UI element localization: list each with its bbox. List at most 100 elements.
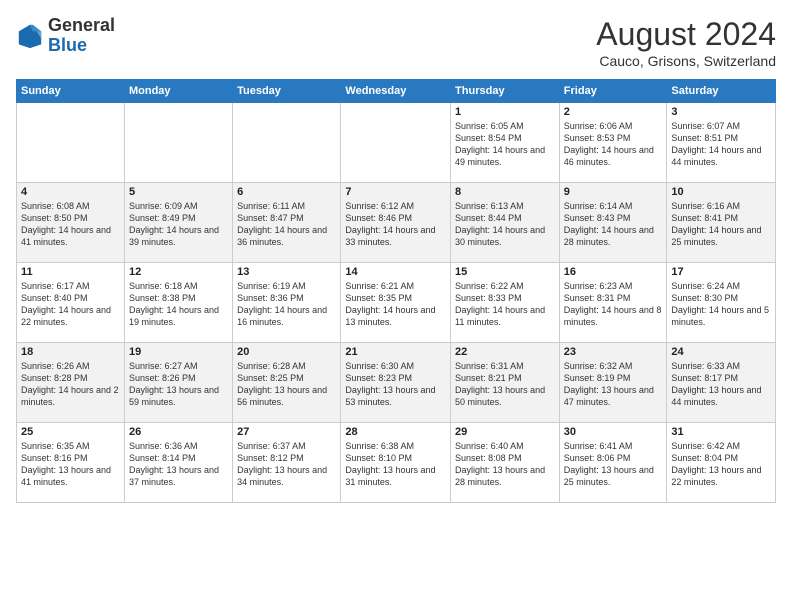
page: General Blue August 2024 Cauco, Grisons,…	[0, 0, 792, 612]
day-info: Sunrise: 6:30 AM Sunset: 8:23 PM Dayligh…	[345, 360, 446, 409]
day-number: 5	[129, 186, 228, 198]
day-info: Sunrise: 6:36 AM Sunset: 8:14 PM Dayligh…	[129, 440, 228, 489]
day-number: 30	[564, 426, 663, 438]
day-number: 21	[345, 346, 446, 358]
calendar-cell: 28Sunrise: 6:38 AM Sunset: 8:10 PM Dayli…	[341, 423, 451, 503]
day-number: 7	[345, 186, 446, 198]
calendar-cell: 3 Sunrise: 6:07 AM Sunset: 8:51 PM Daylig…	[667, 103, 776, 183]
calendar-week-row: 1 Sunrise: 6:05 AM Sunset: 8:54 PM Daylig…	[17, 103, 776, 183]
calendar-cell: 17 Sunrise: 6:24 AM Sunset: 8:30 PM Dayli…	[667, 263, 776, 343]
day-info: Sunrise: 6:13 AM Sunset: 8:44 PM Dayligh…	[455, 200, 555, 249]
calendar-cell: 15Sunrise: 6:22 AM Sunset: 8:33 PM Dayli…	[451, 263, 560, 343]
calendar-cell: 18 Sunrise: 6:26 AM Sunset: 8:28 PM Dayli…	[17, 343, 125, 423]
calendar-cell: 26 Sunrise: 6:36 AM Sunset: 8:14 PM Dayli…	[124, 423, 232, 503]
day-number: 2	[564, 106, 663, 118]
calendar-cell: 23Sunrise: 6:32 AM Sunset: 8:19 PM Dayli…	[559, 343, 667, 423]
day-info: Sunrise: 6:21 AM Sunset: 8:35 PM Dayligh…	[345, 280, 446, 329]
calendar-cell	[17, 103, 125, 183]
calendar-week-row: 4Sunrise: 6:08 AM Sunset: 8:50 PM Daylig…	[17, 183, 776, 263]
calendar-cell: 1 Sunrise: 6:05 AM Sunset: 8:54 PM Daylig…	[451, 103, 560, 183]
calendar-cell: 25 Sunrise: 6:35 AM Sunset: 8:16 PM Dayli…	[17, 423, 125, 503]
day-info: Sunrise: 6:06 AM Sunset: 8:53 PM Dayligh…	[564, 120, 663, 169]
title-block: August 2024 Cauco, Grisons, Switzerland	[596, 16, 776, 69]
day-number: 13	[237, 266, 336, 278]
day-number: 22	[455, 346, 555, 358]
day-info: Sunrise: 6:08 AM Sunset: 8:50 PM Dayligh…	[21, 200, 120, 249]
calendar-cell: 30Sunrise: 6:41 AM Sunset: 8:06 PM Dayli…	[559, 423, 667, 503]
calendar-week-row: 11Sunrise: 6:17 AM Sunset: 8:40 PM Dayli…	[17, 263, 776, 343]
calendar-cell: 27 Sunrise: 6:37 AM Sunset: 8:12 PM Dayli…	[233, 423, 341, 503]
day-number: 14	[345, 266, 446, 278]
day-number: 6	[237, 186, 336, 198]
calendar-cell: 6 Sunrise: 6:11 AM Sunset: 8:47 PM Daylig…	[233, 183, 341, 263]
day-number: 23	[564, 346, 663, 358]
day-number: 29	[455, 426, 555, 438]
calendar-cell: 14 Sunrise: 6:21 AM Sunset: 8:35 PM Dayli…	[341, 263, 451, 343]
calendar-cell: 12Sunrise: 6:18 AM Sunset: 8:38 PM Dayli…	[124, 263, 232, 343]
day-number: 11	[21, 266, 120, 278]
day-info: Sunrise: 6:22 AM Sunset: 8:33 PM Dayligh…	[455, 280, 555, 329]
calendar-cell: 7 Sunrise: 6:12 AM Sunset: 8:46 PM Daylig…	[341, 183, 451, 263]
calendar-cell: 29 Sunrise: 6:40 AM Sunset: 8:08 PM Dayli…	[451, 423, 560, 503]
weekday-header: Wednesday	[341, 80, 451, 103]
header: General Blue August 2024 Cauco, Grisons,…	[16, 16, 776, 69]
day-info: Sunrise: 6:26 AM Sunset: 8:28 PM Dayligh…	[21, 360, 120, 409]
day-number: 1	[455, 106, 555, 118]
day-info: Sunrise: 6:11 AM Sunset: 8:47 PM Dayligh…	[237, 200, 336, 249]
day-number: 17	[671, 266, 771, 278]
day-info: Sunrise: 6:24 AM Sunset: 8:30 PM Dayligh…	[671, 280, 771, 329]
day-number: 20	[237, 346, 336, 358]
weekday-header: Tuesday	[233, 80, 341, 103]
day-number: 10	[671, 186, 771, 198]
calendar-cell: 10 Sunrise: 6:16 AM Sunset: 8:41 PM Dayli…	[667, 183, 776, 263]
day-number: 27	[237, 426, 336, 438]
day-info: Sunrise: 6:16 AM Sunset: 8:41 PM Dayligh…	[671, 200, 771, 249]
logo-blue: Blue	[48, 35, 87, 55]
calendar-cell: 19 Sunrise: 6:27 AM Sunset: 8:26 PM Dayli…	[124, 343, 232, 423]
weekday-header: Monday	[124, 80, 232, 103]
calendar-cell: 11Sunrise: 6:17 AM Sunset: 8:40 PM Dayli…	[17, 263, 125, 343]
day-number: 25	[21, 426, 120, 438]
day-number: 3	[671, 106, 771, 118]
weekday-header: Saturday	[667, 80, 776, 103]
day-info: Sunrise: 6:14 AM Sunset: 8:43 PM Dayligh…	[564, 200, 663, 249]
day-number: 26	[129, 426, 228, 438]
weekday-header: Thursday	[451, 80, 560, 103]
logo-text: General Blue	[48, 16, 115, 56]
day-info: Sunrise: 6:12 AM Sunset: 8:46 PM Dayligh…	[345, 200, 446, 249]
day-number: 9	[564, 186, 663, 198]
location: Cauco, Grisons, Switzerland	[596, 53, 776, 69]
day-number: 12	[129, 266, 228, 278]
calendar-cell: 4Sunrise: 6:08 AM Sunset: 8:50 PM Daylig…	[17, 183, 125, 263]
day-info: Sunrise: 6:27 AM Sunset: 8:26 PM Dayligh…	[129, 360, 228, 409]
logo-general: General	[48, 15, 115, 35]
day-number: 8	[455, 186, 555, 198]
day-info: Sunrise: 6:33 AM Sunset: 8:17 PM Dayligh…	[671, 360, 771, 409]
logo: General Blue	[16, 16, 115, 56]
day-info: Sunrise: 6:40 AM Sunset: 8:08 PM Dayligh…	[455, 440, 555, 489]
day-number: 19	[129, 346, 228, 358]
calendar-header-row: SundayMondayTuesdayWednesdayThursdayFrid…	[17, 80, 776, 103]
calendar-cell: 21 Sunrise: 6:30 AM Sunset: 8:23 PM Dayli…	[341, 343, 451, 423]
calendar-cell	[233, 103, 341, 183]
day-info: Sunrise: 6:28 AM Sunset: 8:25 PM Dayligh…	[237, 360, 336, 409]
day-info: Sunrise: 6:07 AM Sunset: 8:51 PM Dayligh…	[671, 120, 771, 169]
calendar-cell: 13Sunrise: 6:19 AM Sunset: 8:36 PM Dayli…	[233, 263, 341, 343]
day-info: Sunrise: 6:37 AM Sunset: 8:12 PM Dayligh…	[237, 440, 336, 489]
day-number: 18	[21, 346, 120, 358]
day-info: Sunrise: 6:31 AM Sunset: 8:21 PM Dayligh…	[455, 360, 555, 409]
day-info: Sunrise: 6:42 AM Sunset: 8:04 PM Dayligh…	[671, 440, 771, 489]
calendar-table: SundayMondayTuesdayWednesdayThursdayFrid…	[16, 79, 776, 503]
day-info: Sunrise: 6:05 AM Sunset: 8:54 PM Dayligh…	[455, 120, 555, 169]
month-year: August 2024	[596, 16, 776, 53]
calendar-cell: 24Sunrise: 6:33 AM Sunset: 8:17 PM Dayli…	[667, 343, 776, 423]
day-info: Sunrise: 6:23 AM Sunset: 8:31 PM Dayligh…	[564, 280, 663, 329]
day-number: 28	[345, 426, 446, 438]
day-number: 16	[564, 266, 663, 278]
day-info: Sunrise: 6:35 AM Sunset: 8:16 PM Dayligh…	[21, 440, 120, 489]
weekday-header: Sunday	[17, 80, 125, 103]
calendar-cell: 16 Sunrise: 6:23 AM Sunset: 8:31 PM Dayli…	[559, 263, 667, 343]
calendar-cell: 22 Sunrise: 6:31 AM Sunset: 8:21 PM Dayli…	[451, 343, 560, 423]
calendar-cell	[124, 103, 232, 183]
calendar-cell: 31Sunrise: 6:42 AM Sunset: 8:04 PM Dayli…	[667, 423, 776, 503]
